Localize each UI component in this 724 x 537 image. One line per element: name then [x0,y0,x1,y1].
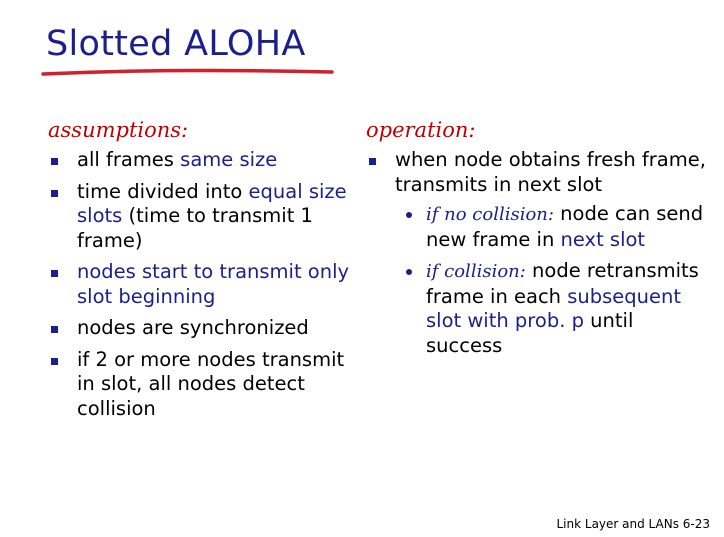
sub-list-item: if collision: node retransmits frame in … [395,259,711,358]
assumptions-column: assumptions: all frames same size time d… [48,118,368,428]
assumptions-list: all frames same size time divided into e… [48,148,368,421]
operation-list: when node obtains fresh frame, transmits… [366,148,711,358]
list-item: when node obtains fresh frame, transmits… [366,148,711,358]
list-item: if 2 or more nodes transmit in slot, all… [48,348,368,422]
title-underline [41,68,334,76]
assumptions-heading: assumptions: [48,118,189,142]
slide-footer: Link Layer and LANs 6-23 [556,517,711,531]
list-item: all frames same size [48,148,368,173]
list-item: nodes are synchronized [48,316,368,341]
list-item: time divided into equal size slots (time… [48,180,368,254]
operation-column: operation: when node obtains fresh frame… [366,118,711,365]
slide-title: Slotted ALOHA [46,24,306,64]
operation-sublist: if no collision: node can send new frame… [395,202,711,358]
sub-list-item: if no collision: node can send new frame… [395,202,711,252]
operation-heading: operation: [366,118,476,142]
list-item: nodes start to transmit only slot beginn… [48,260,368,309]
